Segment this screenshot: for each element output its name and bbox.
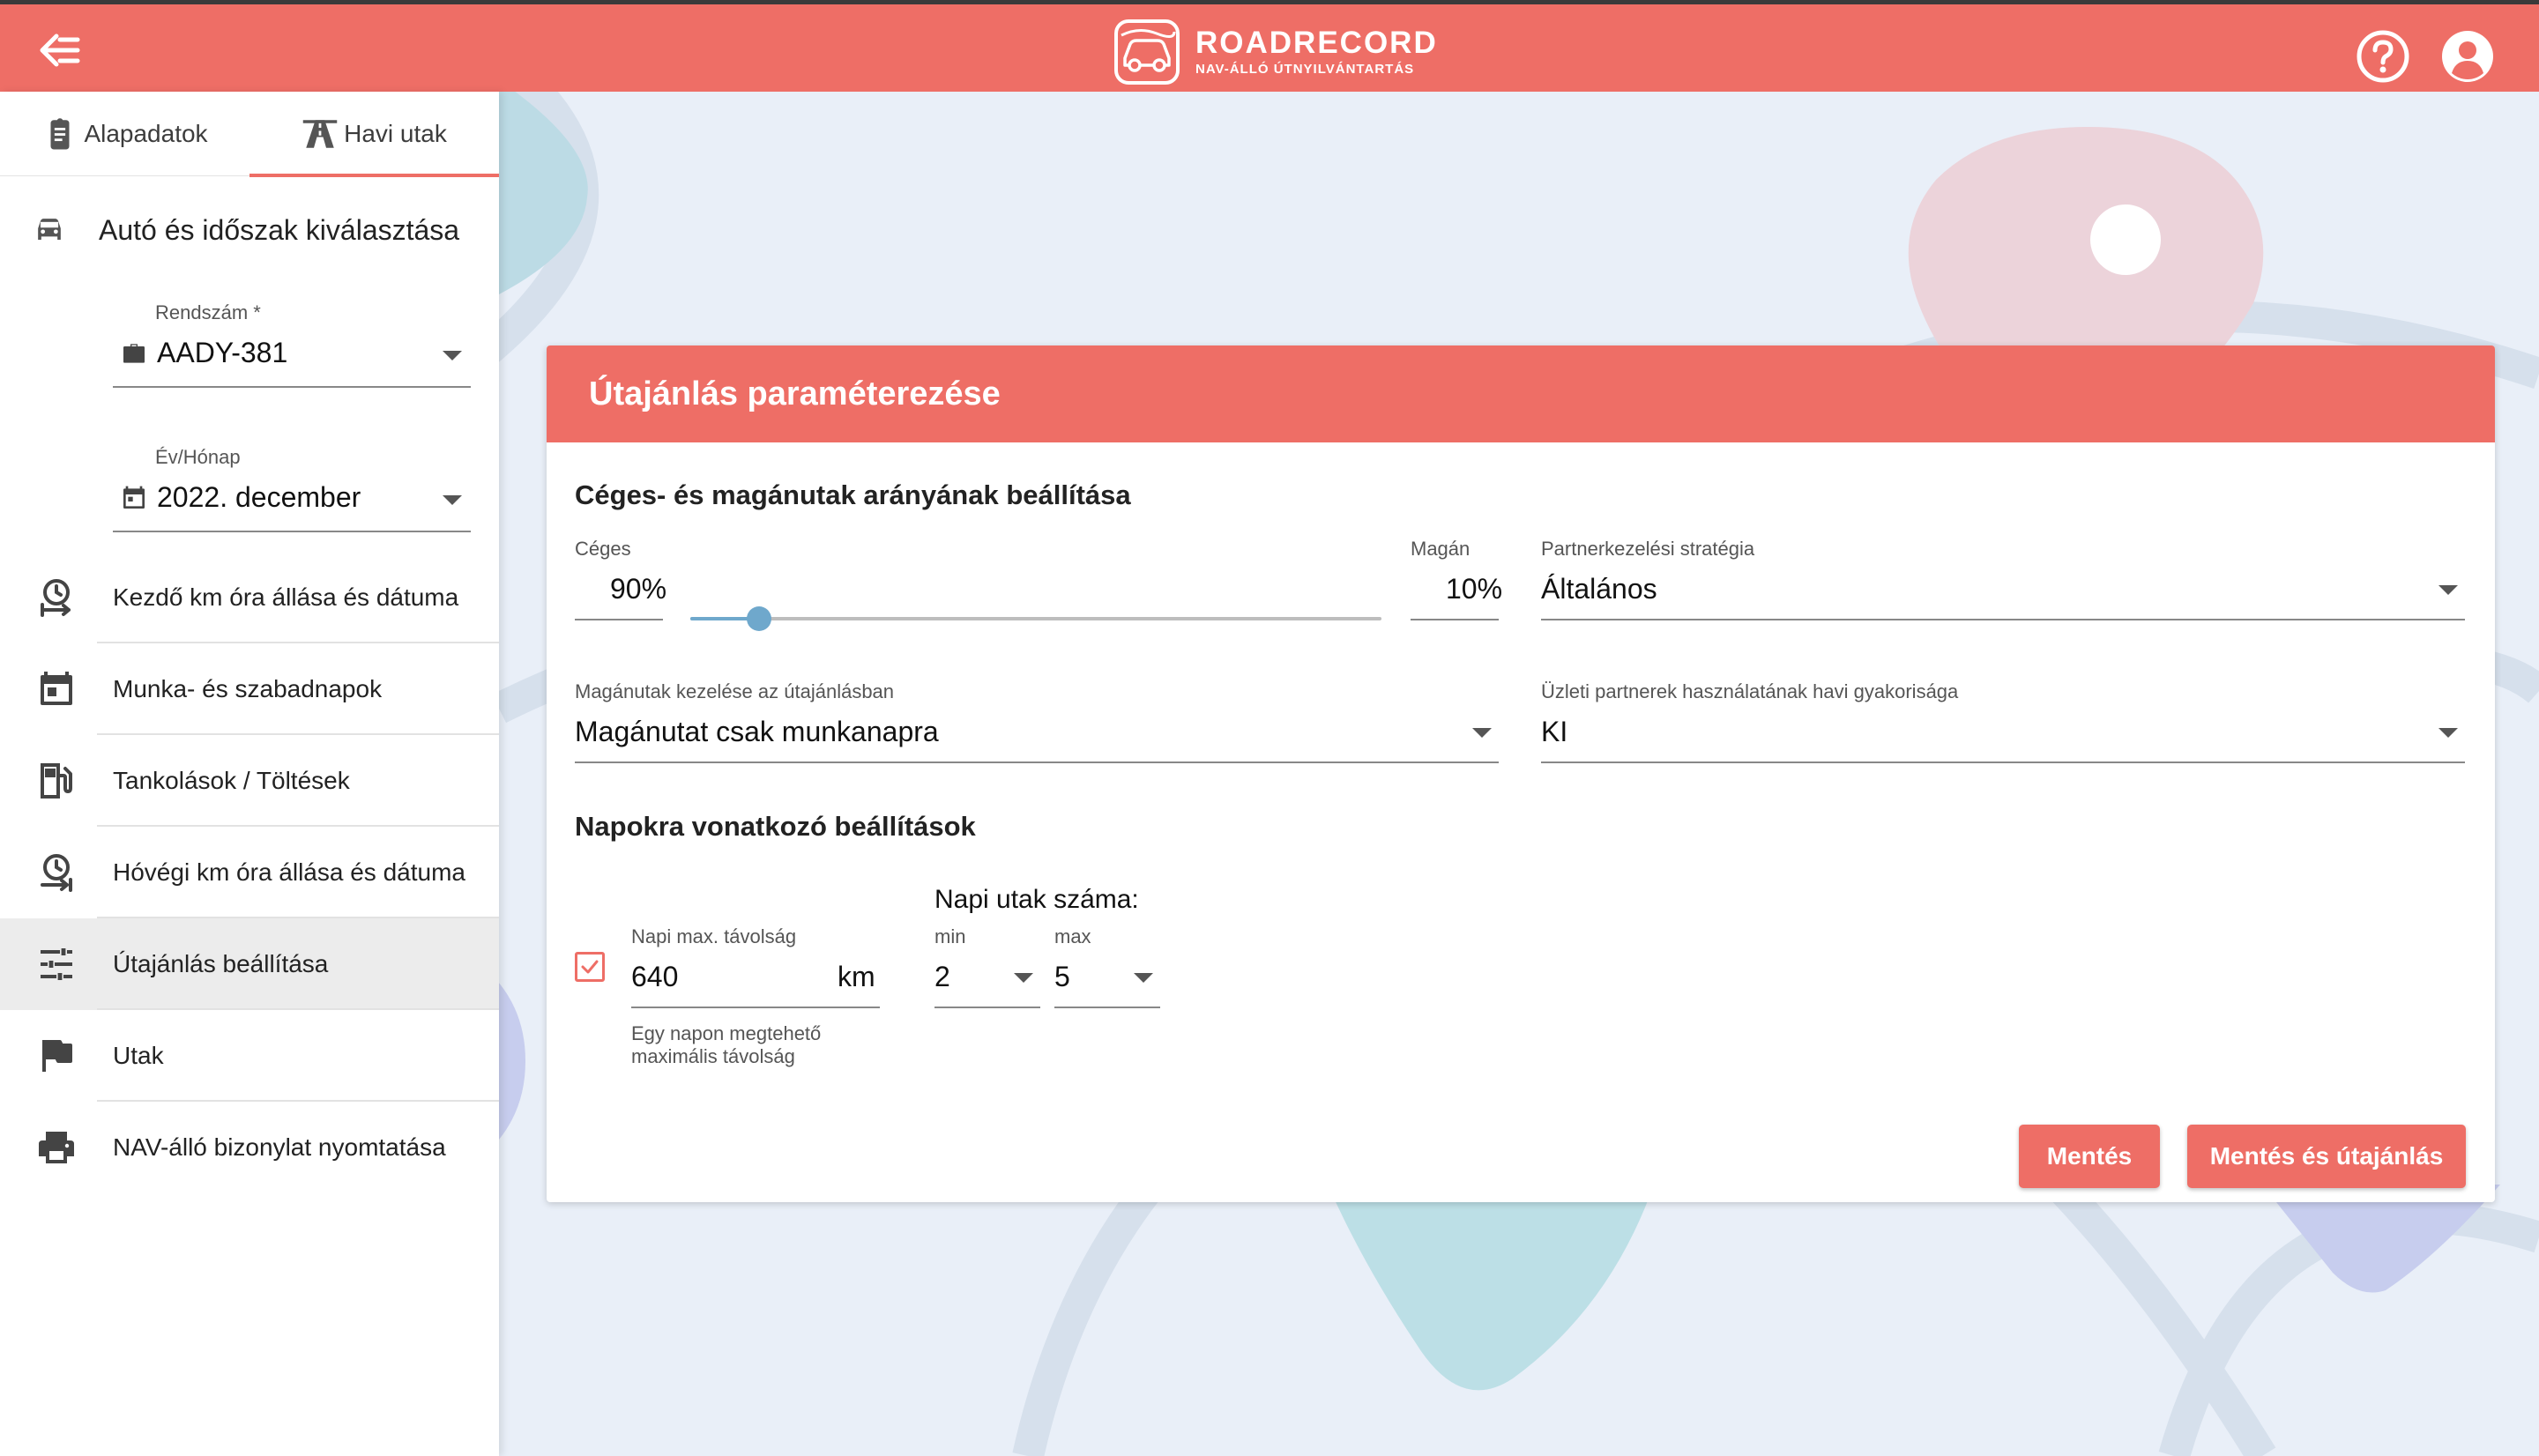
daily-max-checkbox[interactable] [575,952,605,982]
calendar-icon [41,672,72,705]
print-icon [39,1132,74,1163]
card-title: Útajánlás paraméterezése [547,345,2495,442]
sidebar-item-end-odometer[interactable]: Hóvégi km óra állása és dátuma [0,827,499,918]
chevron-down-icon [2438,585,2458,595]
daily-max-input[interactable]: 640 [631,961,678,993]
section-title-text: Autó és időszak kiválasztása [99,213,460,246]
daily-max-unit: km [838,961,875,992]
tab-label: Havi utak [344,120,447,147]
ratio-slider[interactable] [690,606,1381,631]
period-label: Év/Hónap [155,446,241,468]
sidebar-item-label: Tankolások / Töltések [113,767,350,794]
chevron-down-icon [1134,973,1153,983]
partner-frequency-label: Üzleti partnerek használatának havi gyak… [1541,680,1959,702]
sidebar-item-label: NAV-álló bizonylat nyomtatása [113,1133,446,1161]
private-input[interactable]: 10% [1446,573,1502,605]
sidebar-nav: Kezdő km óra állása és dátuma Munka- és … [0,552,499,1193]
sidebar-item-trips[interactable]: Utak [0,1010,499,1102]
collapse-menu-icon[interactable] [37,31,83,70]
odometer-end-icon [41,854,72,892]
tune-icon [41,948,72,980]
save-button[interactable]: Mentés [2019,1125,2160,1188]
briefcase-icon [123,343,145,363]
plate-label: Rendszám * [155,301,261,323]
private-handling-label: Magánutak kezelése az útajánlásban [575,680,895,702]
plate-select[interactable]: Rendszám * AADY-381 [113,284,471,428]
daily-trips-max-label: max [1054,925,1091,947]
sidebar-item-label: Utak [113,1042,164,1069]
brand-tagline: NAV-ÁLLÓ ÚTNYILVÁNTARTÁS [1195,62,1415,77]
business-input[interactable]: 90% [610,573,666,605]
business-label: Céges [575,538,631,560]
daily-trips-min-select[interactable]: 2 [934,961,950,993]
brand[interactable]: ROADRECORD NAV-ÁLLÓ ÚTNYILVÁNTARTÁS [1113,17,1438,87]
odometer-start-icon [41,579,71,617]
daily-trips-min-label: min [934,925,966,947]
sidebar-item-label: Kezdő km óra állása és dátuma [113,583,459,611]
sidebar-tabs: Alapadatok Havi utak [0,92,499,177]
partner-strategy-label: Partnerkezelési stratégia [1541,538,1755,560]
tab-havi-utak[interactable]: Havi utak [249,92,499,177]
period-value: 2022. december [157,481,361,513]
sidebar-item-start-odometer[interactable]: Kezdő km óra állása és dátuma [0,552,499,643]
daily-trips-title: Napi utak száma: [934,885,1139,914]
daily-max-label: Napi max. távolság [631,925,797,947]
clipboard-icon [50,118,70,150]
top-app-bar: ROADRECORD NAV-ÁLLÓ ÚTNYILVÁNTARTÁS [0,0,2539,92]
plate-value: AADY-381 [157,337,288,368]
ratio-section-title: Céges- és magánutak arányának beállítása [575,479,1131,510]
sidebar-item-refuels[interactable]: Tankolások / Töltések [0,735,499,827]
section-title: Autó és időszak kiválasztása [0,176,499,284]
car-logo-icon [1114,19,1180,85]
sidebar-item-route-settings[interactable]: Útajánlás beállítása [0,918,499,1010]
chevron-down-icon [443,351,462,360]
chevron-down-icon [1472,728,1492,738]
tab-label: Alapadatok [84,120,208,147]
brand-name: ROADRECORD [1195,26,1438,60]
check-icon [581,960,599,974]
save-and-recommend-button[interactable]: Mentés és útajánlás [2187,1125,2466,1188]
road-icon [302,120,338,148]
chevron-down-icon [2438,728,2458,738]
fuel-icon [41,763,72,799]
sidebar-item-workdays[interactable]: Munka- és szabadnapok [0,643,499,735]
help-icon[interactable] [2356,29,2410,84]
daily-trips-max-select[interactable]: 5 [1054,961,1070,993]
private-label: Magán [1411,538,1471,560]
calendar-icon [123,486,145,509]
sidebar-item-label: Útajánlás beállítása [113,950,329,977]
days-section-title: Napokra vonatkozó beállítások [575,811,976,842]
car-icon [38,219,61,240]
route-settings-card: Útajánlás paraméterezése Céges- és magán… [547,345,2495,1202]
chevron-down-icon [443,495,462,505]
flag-icon [42,1040,72,1072]
slider-thumb[interactable] [747,606,772,631]
sidebar: Alapadatok Havi utak Autó és időszak kiv… [0,92,499,1456]
tab-alapadatok[interactable]: Alapadatok [0,92,249,176]
chevron-down-icon [1014,973,1033,983]
account-icon[interactable] [2440,29,2495,84]
partner-frequency-select[interactable]: KI [1541,716,1567,748]
private-handling-select[interactable]: Magánutat csak munkanapra [575,716,939,748]
daily-max-hint: Egy napon megtehető maximális távolság [631,1022,822,1067]
sidebar-item-print[interactable]: NAV-álló bizonylat nyomtatása [0,1102,499,1193]
sidebar-item-label: Hóvégi km óra állása és dátuma [113,858,465,886]
sidebar-item-label: Munka- és szabadnapok [113,675,383,702]
partner-strategy-select[interactable]: Általános [1541,573,1657,605]
